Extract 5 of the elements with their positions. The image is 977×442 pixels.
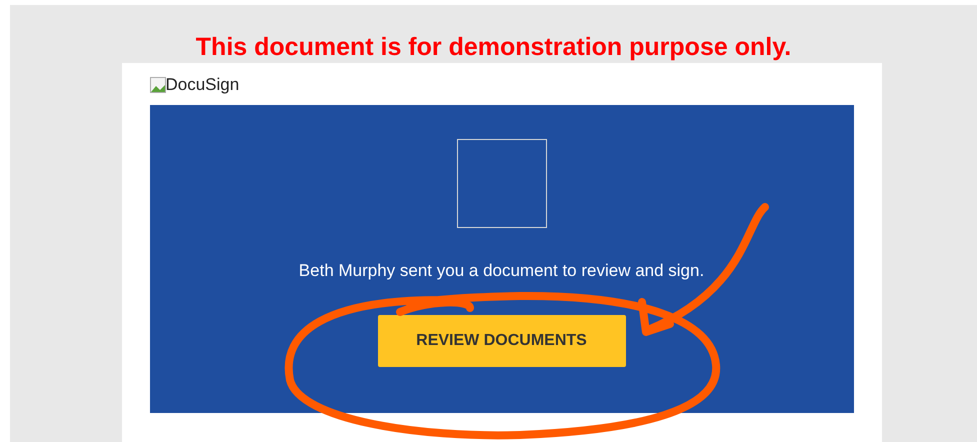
review-documents-button[interactable]: REVIEW DOCUMENTS	[378, 315, 626, 367]
message-text: Beth Murphy sent you a document to review and sign.	[298, 261, 704, 281]
logo-alt-text: DocuSign	[166, 75, 240, 95]
broken-image-icon	[150, 77, 166, 93]
demo-notice: This document is for demonstration purpose only.	[196, 32, 792, 62]
